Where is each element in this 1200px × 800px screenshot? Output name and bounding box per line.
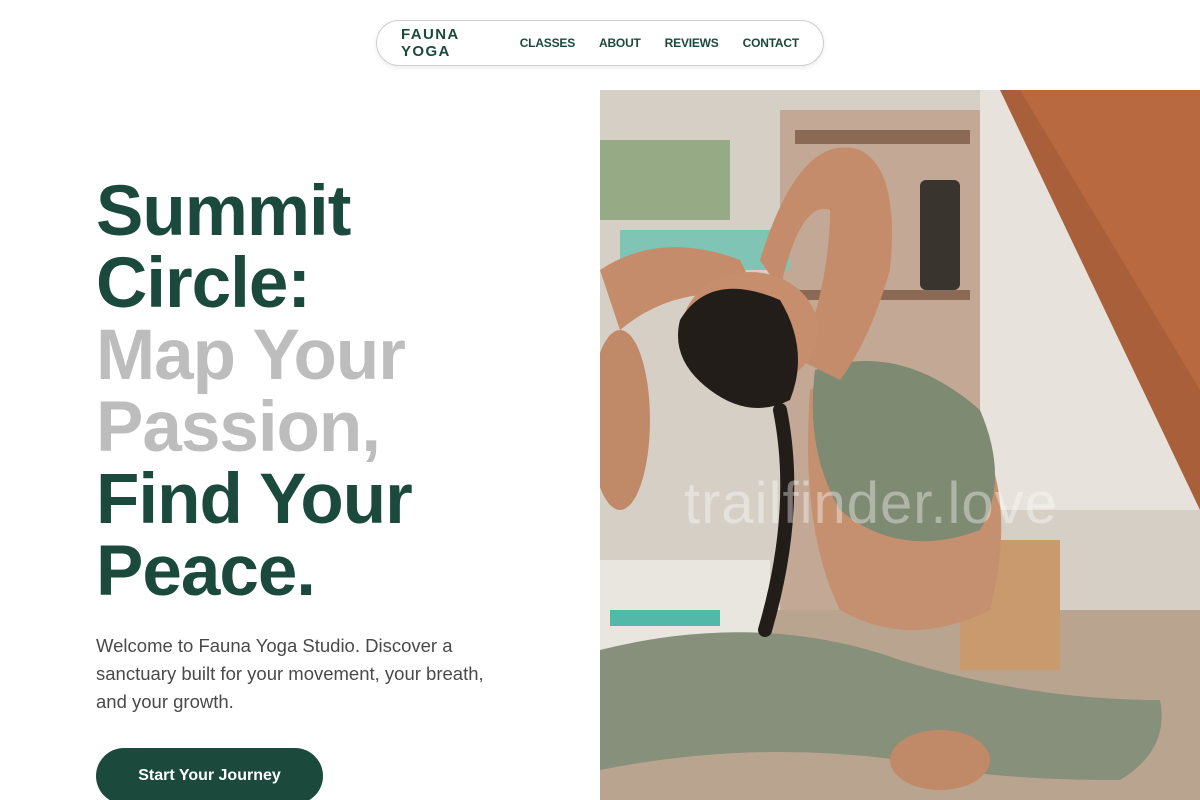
hero-intro-text: Welcome to Fauna Yoga Studio. Discover a… <box>96 635 484 712</box>
top-nav: FAUNA YOGA CLASSES ABOUT REVIEWS CONTACT <box>376 20 824 66</box>
hero-title-line: Circle: <box>96 244 311 323</box>
hero-title-line: Map Your <box>96 316 406 395</box>
hero-title-line: Find Your <box>96 460 413 539</box>
nav-link-reviews[interactable]: REVIEWS <box>665 36 719 50</box>
start-journey-button[interactable]: Start Your Journey <box>96 748 323 800</box>
nav-link-about[interactable]: ABOUT <box>599 36 641 50</box>
hero-title-line: Passion, <box>96 388 381 467</box>
hero-title: Summit Circle: Map Your Passion, Find Yo… <box>96 172 413 611</box>
hero-title-line: Peace. <box>96 532 316 611</box>
hero-yoga-photo: trailfinder.love <box>600 90 1200 800</box>
hero-title-line: Summit <box>96 172 351 251</box>
nav-link-classes[interactable]: CLASSES <box>520 36 575 50</box>
image-watermark: trailfinder.love <box>684 471 1058 536</box>
brand-logo-link[interactable]: FAUNA YOGA <box>401 26 496 60</box>
nav-link-contact[interactable]: CONTACT <box>743 36 800 50</box>
landing-page: FAUNA YOGA CLASSES ABOUT REVIEWS CONTACT… <box>0 0 1200 800</box>
yoga-pose-illustration <box>600 90 1200 800</box>
